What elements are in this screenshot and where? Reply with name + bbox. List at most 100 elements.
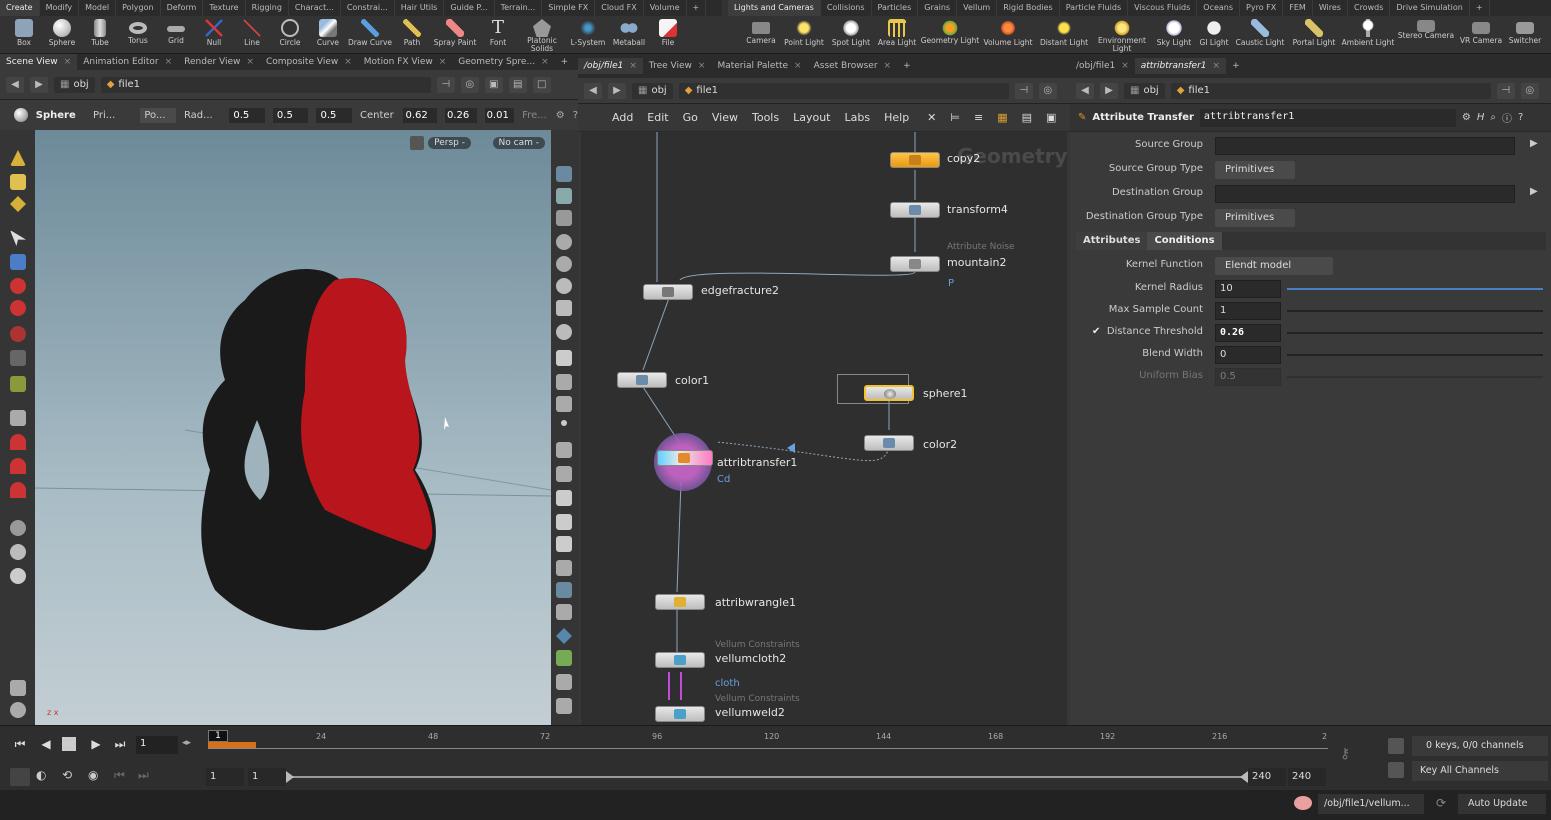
gear-icon[interactable]: ⚙ bbox=[1462, 112, 1471, 123]
primitive-icon[interactable] bbox=[556, 514, 572, 530]
range-start-field-2[interactable]: 1 bbox=[248, 768, 286, 786]
tool-font[interactable]: T Font bbox=[479, 17, 517, 53]
auto-update-dropdown[interactable]: Auto Update bbox=[1458, 794, 1546, 814]
tab-obj-file1[interactable]: /obj/file1 × bbox=[1070, 58, 1135, 74]
node-name-field[interactable]: attribtransfer1 bbox=[1199, 108, 1456, 127]
transform-tool-icon[interactable] bbox=[10, 174, 26, 190]
normal-display-icon[interactable] bbox=[556, 442, 572, 458]
render-region-icon[interactable] bbox=[10, 520, 26, 536]
shelf-add-tab-button[interactable]: + bbox=[687, 0, 707, 16]
stop-icon[interactable] bbox=[62, 737, 76, 751]
tab-animation-editor[interactable]: Animation Editor × bbox=[77, 54, 178, 70]
source-group-field[interactable] bbox=[1215, 137, 1515, 155]
translate-icon[interactable] bbox=[10, 278, 26, 294]
node-attribtransfer1[interactable] bbox=[657, 450, 713, 466]
shelf-tab-volume[interactable]: Volume bbox=[644, 0, 687, 16]
step-arrows-icon[interactable]: ◂▸ bbox=[182, 738, 191, 748]
key-all-channels-button[interactable]: Key All Channels bbox=[1412, 761, 1548, 781]
tool-l-system[interactable]: L-System bbox=[567, 17, 609, 53]
uniform-bias-field[interactable]: 0.5 bbox=[1215, 368, 1281, 386]
key-channels-icon[interactable] bbox=[1388, 762, 1404, 778]
lock-camera-icon[interactable] bbox=[410, 136, 425, 150]
shelf-add-tab-button-right[interactable]: + bbox=[1470, 0, 1490, 16]
range-end-field-2[interactable]: 240 bbox=[1288, 768, 1326, 786]
tree-icon[interactable]: ⊨ bbox=[950, 111, 960, 124]
menu-go[interactable]: Go bbox=[683, 111, 698, 124]
range-start-field[interactable]: 1 bbox=[206, 768, 244, 786]
vector-display-icon[interactable] bbox=[556, 466, 572, 482]
close-icon[interactable]: × bbox=[541, 54, 549, 70]
max-sample-count-field[interactable]: 1 bbox=[1215, 302, 1281, 320]
help-icon[interactable]: ? bbox=[1518, 112, 1523, 123]
shelf-tab-rigid-bodies[interactable]: Rigid Bodies bbox=[997, 0, 1060, 16]
brain-icon[interactable] bbox=[1294, 796, 1312, 810]
tab-tree-view[interactable]: Tree View × bbox=[643, 58, 712, 74]
keys-channels-display[interactable]: 0 keys, 0/0 channels bbox=[1412, 736, 1548, 756]
add-tab-button[interactable]: + bbox=[1226, 58, 1246, 74]
add-tab-button[interactable]: + bbox=[897, 58, 917, 74]
menu-tools[interactable]: Tools bbox=[752, 111, 779, 124]
close-icon[interactable]: × bbox=[1121, 58, 1129, 74]
menu-add[interactable]: Add bbox=[612, 111, 633, 124]
wrench-icon[interactable]: ✕ bbox=[927, 111, 936, 124]
search-icon[interactable]: ⌕ bbox=[1490, 112, 1496, 123]
lighting-icon[interactable] bbox=[556, 256, 572, 272]
jump-start-icon[interactable]: ⏮ bbox=[10, 735, 30, 753]
pose-icon[interactable] bbox=[10, 350, 26, 366]
checker-icon[interactable] bbox=[556, 604, 572, 620]
primitive-number-icon[interactable] bbox=[556, 536, 572, 552]
loop-icon[interactable]: ⟲ bbox=[62, 768, 82, 786]
tool-torus[interactable]: Torus bbox=[119, 17, 157, 53]
breadcrumb-file1[interactable]: ◆ file1 bbox=[100, 76, 431, 93]
info-icon[interactable]: ⓘ bbox=[1502, 110, 1512, 125]
lock-icon[interactable] bbox=[10, 254, 26, 270]
audio-icon[interactable]: ◐ bbox=[36, 768, 56, 786]
shelf-tab-rigging[interactable]: Rigging bbox=[246, 0, 289, 16]
breadcrumb-file1[interactable]: ◆ file1 bbox=[1170, 82, 1491, 99]
tool-path[interactable]: Path bbox=[393, 17, 431, 53]
tool-volume-light[interactable]: Volume Light bbox=[980, 17, 1036, 53]
snapshot-icon[interactable]: ▤ bbox=[508, 76, 527, 93]
refresh-icon[interactable]: ⟳ bbox=[1436, 796, 1446, 810]
tab-composite-view[interactable]: Composite View × bbox=[260, 54, 358, 70]
rotate-icon[interactable] bbox=[10, 300, 26, 316]
tool-null[interactable]: Null bbox=[195, 17, 233, 53]
construction-plane-icon[interactable] bbox=[556, 374, 572, 390]
point-number-icon[interactable] bbox=[556, 490, 572, 506]
h-icon[interactable]: H bbox=[1477, 112, 1485, 123]
network-canvas[interactable]: Geometry copy2 transform4 Attribute Nois… bbox=[581, 132, 1068, 725]
key-icon[interactable] bbox=[1388, 738, 1404, 754]
forward-arrow-icon[interactable]: ▶ bbox=[608, 82, 626, 99]
tool-metaball[interactable]: Metaball bbox=[609, 17, 649, 53]
shelf-tab-particles[interactable]: Particles bbox=[872, 0, 919, 16]
tool-geometry-light[interactable]: Geometry Light bbox=[920, 17, 980, 53]
shelf-tab-modify[interactable]: Modify bbox=[40, 0, 80, 16]
source-group-type-dropdown[interactable]: Primitives bbox=[1215, 161, 1295, 179]
magnet-curve-icon[interactable] bbox=[10, 458, 26, 474]
display-options-icon[interactable]: ▣ bbox=[484, 76, 503, 93]
menu-edit[interactable]: Edit bbox=[647, 111, 668, 124]
display-icon[interactable] bbox=[10, 702, 26, 718]
shelf-tab-constraints[interactable]: Constrai... bbox=[341, 0, 395, 16]
blend-width-slider[interactable] bbox=[1287, 354, 1543, 356]
shelf-tab-viscous-fluids[interactable]: Viscous Fluids bbox=[1128, 0, 1198, 16]
node-mountain2[interactable] bbox=[890, 256, 940, 272]
close-icon[interactable]: × bbox=[884, 58, 892, 74]
checkbox-checked-icon[interactable]: ✔ bbox=[1092, 326, 1104, 338]
tool-curve[interactable]: Curve bbox=[309, 17, 347, 53]
close-icon[interactable]: × bbox=[165, 54, 173, 70]
tool-draw-curve[interactable]: Draw Curve bbox=[347, 17, 393, 53]
uv-icon[interactable] bbox=[556, 560, 572, 576]
radius-x-field[interactable]: 0.5 bbox=[229, 107, 265, 123]
max-sample-count-slider[interactable] bbox=[1287, 310, 1543, 312]
shelf-tab-fem[interactable]: FEM bbox=[1283, 0, 1313, 16]
settings-icon[interactable]: ⚙ bbox=[556, 110, 565, 121]
tab-attributes[interactable]: Attributes bbox=[1076, 232, 1148, 250]
add-tab-button[interactable]: + bbox=[555, 54, 575, 70]
shelf-tab-terrain[interactable]: Terrain... bbox=[495, 0, 543, 16]
radius-y-field[interactable]: 0.5 bbox=[272, 107, 309, 123]
tool-stereo-camera[interactable]: Stereo Camera bbox=[1396, 17, 1456, 53]
distance-threshold-field[interactable]: 0.26 bbox=[1215, 324, 1281, 342]
tool-circle[interactable]: Circle bbox=[271, 17, 309, 53]
arrow-icon[interactable]: ▶ bbox=[1530, 138, 1538, 149]
